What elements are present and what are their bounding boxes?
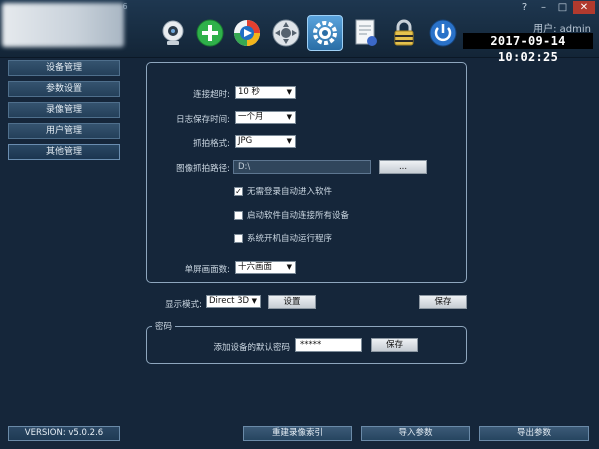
display-mode-label: 显示模式: — [165, 300, 202, 310]
chevron-down-icon: ▼ — [251, 297, 257, 305]
save-settings-button[interactable]: 保存 — [419, 295, 467, 309]
log-retention-label: 日志保存时间: — [176, 115, 230, 125]
auto-login-label: 无需登录自动进入软件 — [247, 187, 333, 197]
connect-timeout-value: 10 秒 — [238, 87, 261, 97]
datetime-display: 2017-09-14 10:02:25 — [463, 33, 593, 64]
minimize-button[interactable]: – — [535, 1, 552, 14]
help-button[interactable]: ? — [516, 1, 533, 14]
window-controls: ? – □ ✕ — [516, 1, 595, 14]
split-screen-select[interactable]: 十六画面 ▼ — [235, 261, 296, 274]
split-screen-value: 十六画面 — [238, 262, 273, 272]
version-tag: .6 — [120, 2, 128, 11]
sidebar-item-user-management[interactable]: 用户管理 — [8, 123, 120, 139]
save-password-button[interactable]: 保存 — [371, 338, 418, 352]
maximize-button[interactable]: □ — [554, 1, 571, 14]
display-settings-button[interactable]: 设置 — [268, 295, 316, 309]
split-screen-label: 单屏画面数: — [184, 265, 230, 275]
checkbox-checked-icon: ✓ — [234, 186, 243, 196]
sidebar: 设备管理 参数设置 录像管理 用户管理 其他管理 — [8, 60, 120, 165]
checkbox-unchecked-icon — [234, 233, 243, 243]
sidebar-item-other-management[interactable]: 其他管理 — [8, 144, 120, 160]
close-button[interactable]: ✕ — [573, 1, 595, 14]
log-retention-value: 一个月 — [238, 112, 264, 122]
chevron-down-icon: ▼ — [286, 113, 292, 121]
sidebar-item-parameter-settings[interactable]: 参数设置 — [8, 81, 120, 97]
add-icon[interactable] — [192, 15, 228, 51]
log-icon[interactable] — [348, 15, 384, 51]
app-logo — [2, 3, 124, 47]
chevron-down-icon: ▼ — [286, 263, 292, 271]
auto-start-label: 系统开机自动运行程序 — [247, 234, 333, 244]
browse-button[interactable]: ... — [379, 160, 427, 174]
capture-format-value: JPG — [238, 136, 253, 146]
capture-path-label: 图像抓拍路径: — [176, 164, 230, 174]
sidebar-item-recording-management[interactable]: 录像管理 — [8, 102, 120, 118]
rebuild-index-button[interactable]: 重建录像索引 — [243, 426, 352, 441]
auto-start-checkbox[interactable]: 系统开机自动运行程序 — [234, 232, 332, 244]
capture-format-label: 抓拍格式: — [193, 139, 230, 149]
log-retention-select[interactable]: 一个月 ▼ — [235, 111, 296, 124]
export-params-button[interactable]: 导出参数 — [479, 426, 589, 441]
checkbox-unchecked-icon — [234, 210, 243, 220]
connect-timeout-label: 连接超时: — [193, 90, 230, 100]
default-password-label: 添加设备的默认密码 — [213, 343, 290, 353]
version-label: VERSION: v5.0.2.6 — [8, 426, 120, 441]
playback-icon[interactable] — [229, 15, 265, 51]
settings-icon[interactable] — [307, 15, 343, 51]
auto-login-checkbox[interactable]: ✓ 无需登录自动进入软件 — [234, 185, 332, 197]
sidebar-item-device-management[interactable]: 设备管理 — [8, 60, 120, 76]
password-section-title: 密码 — [152, 320, 176, 332]
capture-format-select[interactable]: JPG ▼ — [235, 135, 296, 148]
connect-timeout-select[interactable]: 10 秒 ▼ — [235, 86, 296, 99]
webcam-icon[interactable] — [155, 15, 191, 51]
ptz-icon[interactable] — [268, 15, 304, 51]
default-password-input[interactable]: ***** — [295, 338, 362, 352]
power-icon[interactable] — [425, 15, 461, 51]
import-params-button[interactable]: 导入参数 — [361, 426, 470, 441]
display-mode-select[interactable]: Direct 3D ▼ — [206, 295, 261, 308]
chevron-down-icon: ▼ — [286, 137, 292, 145]
display-mode-value: Direct 3D — [209, 296, 250, 306]
auto-connect-label: 启动软件自动连接所有设备 — [247, 211, 350, 221]
auto-connect-checkbox[interactable]: 启动软件自动连接所有设备 — [234, 209, 349, 221]
chevron-down-icon: ▼ — [286, 88, 292, 96]
lock-icon[interactable] — [386, 15, 422, 51]
capture-path-input[interactable]: D:\ — [233, 160, 371, 174]
title-bar: .6 ? – □ ✕ 用户: admin 2017-09-14 10:02:25 — [0, 0, 599, 64]
